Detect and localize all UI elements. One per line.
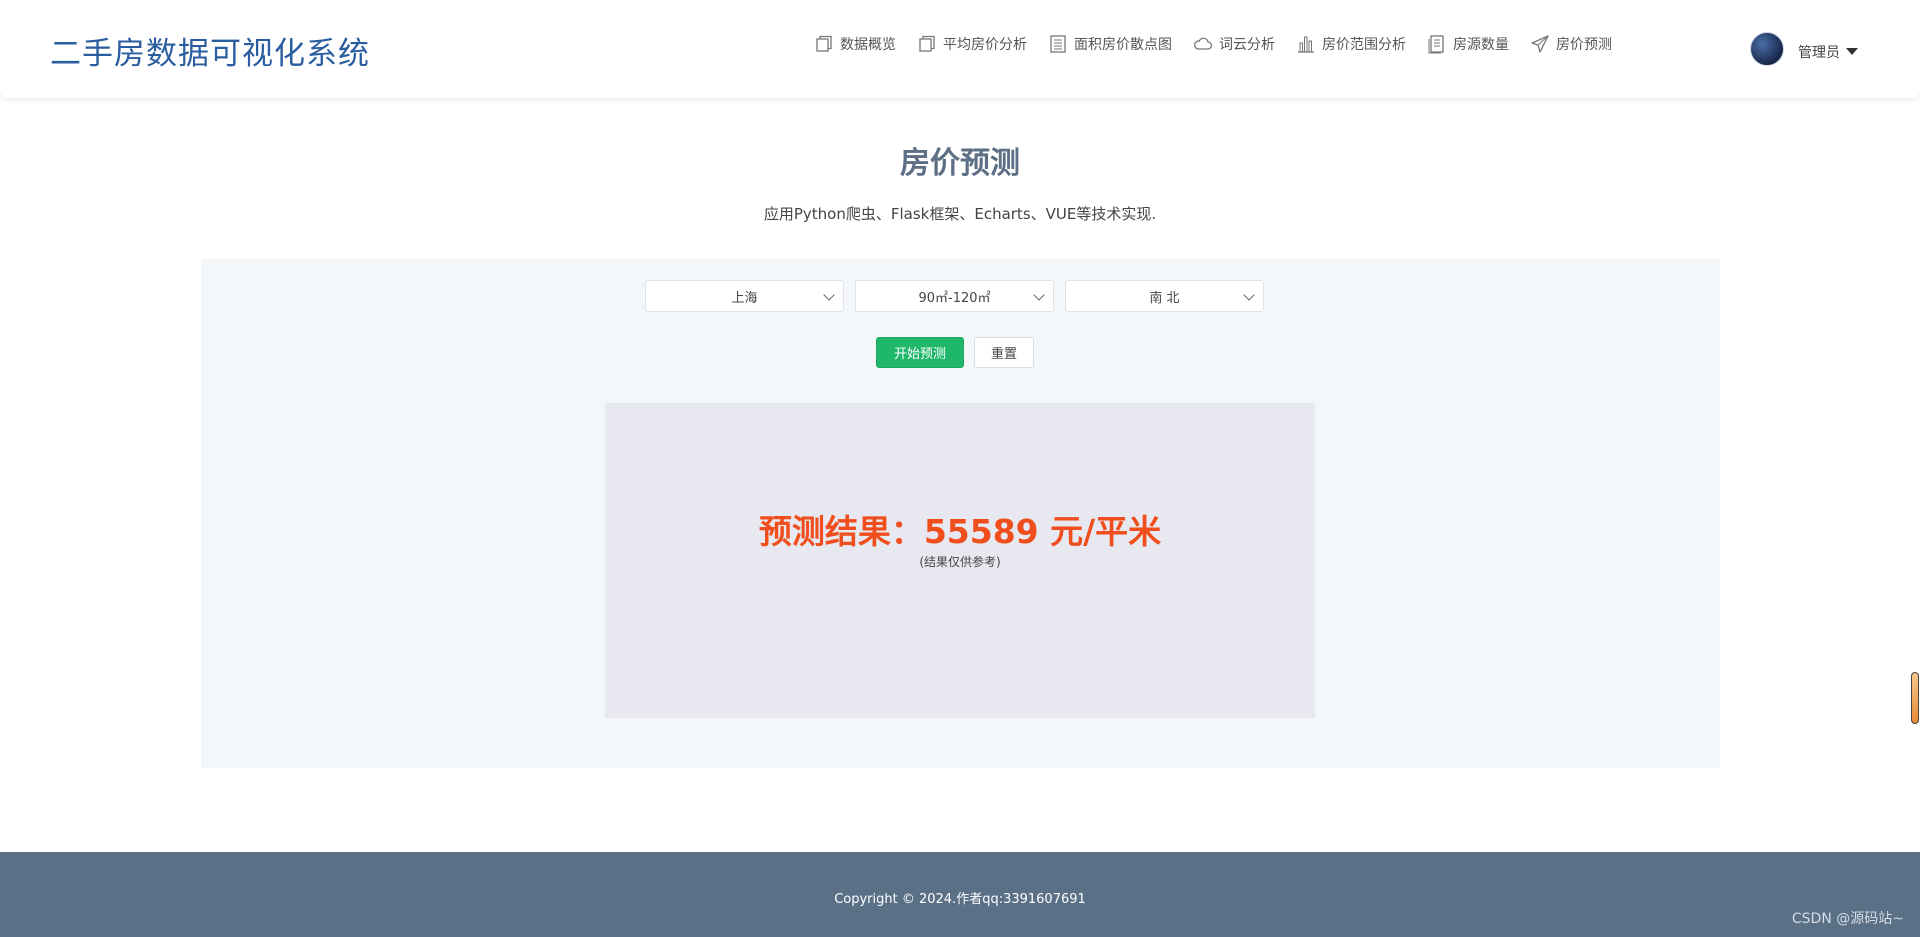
user-menu[interactable]: 管理员 xyxy=(1750,32,1858,66)
chevron-down-icon xyxy=(823,289,835,301)
user-name: 管理员 xyxy=(1798,45,1840,61)
paper-plane-icon xyxy=(1530,34,1550,54)
document-icon xyxy=(1427,34,1447,54)
watermark-text: CSDN @源码站~ xyxy=(1791,911,1904,927)
nav-item-wordcloud[interactable]: 词云分析 xyxy=(1193,34,1275,54)
nav-item-avg-price[interactable]: 平均房价分析 xyxy=(917,34,1027,54)
footer: Copyright © 2024.作者qq:3391607691 CSDN @源… xyxy=(0,852,1920,937)
avatar[interactable] xyxy=(1750,32,1784,66)
orientation-select[interactable]: 南 北 xyxy=(1065,280,1264,312)
result-note: (结果仅供参考) xyxy=(919,555,1001,569)
nav-item-prediction[interactable]: 房价预测 xyxy=(1530,34,1612,54)
list-icon xyxy=(1048,34,1068,54)
top-header: 二手房数据可视化系统 数据概览 平均房价分析 面积房价散点图 词云分析 房价范围… xyxy=(0,0,1920,98)
copy-icon xyxy=(814,34,834,54)
area-select[interactable]: 90㎡-120㎡ xyxy=(855,280,1054,312)
nav-item-overview[interactable]: 数据概览 xyxy=(814,34,896,54)
nav-label: 平均房价分析 xyxy=(943,37,1027,53)
nav-label: 房源数量 xyxy=(1453,37,1509,53)
copy-icon xyxy=(917,34,937,54)
select-value: 上海 xyxy=(731,290,758,306)
select-value: 南 北 xyxy=(1149,290,1180,306)
prediction-result: 预测结果：55589 元/平米 xyxy=(758,512,1162,551)
result-box: 预测结果：55589 元/平米 (结果仅供参考) xyxy=(605,403,1315,718)
page-subtitle: 应用Python爬虫、Flask框架、Echarts、VUE等技术实现. xyxy=(763,205,1157,223)
main-nav: 数据概览 平均房价分析 面积房价散点图 词云分析 房价范围分析 房源数量 房价预… xyxy=(814,34,1633,54)
nav-label: 房价预测 xyxy=(1556,37,1612,53)
nav-label: 数据概览 xyxy=(840,37,896,53)
predict-button[interactable]: 开始预测 xyxy=(876,337,964,368)
copyright-text: Copyright © 2024.作者qq:3391607691 xyxy=(834,892,1086,907)
chevron-down-icon xyxy=(1033,289,1045,301)
chevron-down-icon xyxy=(1243,289,1255,301)
nav-label: 词云分析 xyxy=(1219,37,1275,53)
reset-button[interactable]: 重置 xyxy=(974,337,1034,368)
bar-chart-icon xyxy=(1296,34,1316,54)
caret-down-icon[interactable] xyxy=(1846,47,1858,55)
scrollbar-thumb[interactable] xyxy=(1911,672,1919,724)
select-value: 90㎡-120㎡ xyxy=(918,290,991,306)
site-brand[interactable]: 二手房数据可视化系统 xyxy=(50,28,370,73)
nav-item-listing-count[interactable]: 房源数量 xyxy=(1427,34,1509,54)
nav-item-scatter[interactable]: 面积房价散点图 xyxy=(1048,34,1172,54)
nav-label: 房价范围分析 xyxy=(1322,37,1406,53)
page-title: 房价预测 xyxy=(900,146,1020,181)
cloud-icon xyxy=(1193,34,1213,54)
city-select[interactable]: 上海 xyxy=(645,280,844,312)
nav-label: 面积房价散点图 xyxy=(1074,37,1172,53)
nav-item-price-range[interactable]: 房价范围分析 xyxy=(1296,34,1406,54)
